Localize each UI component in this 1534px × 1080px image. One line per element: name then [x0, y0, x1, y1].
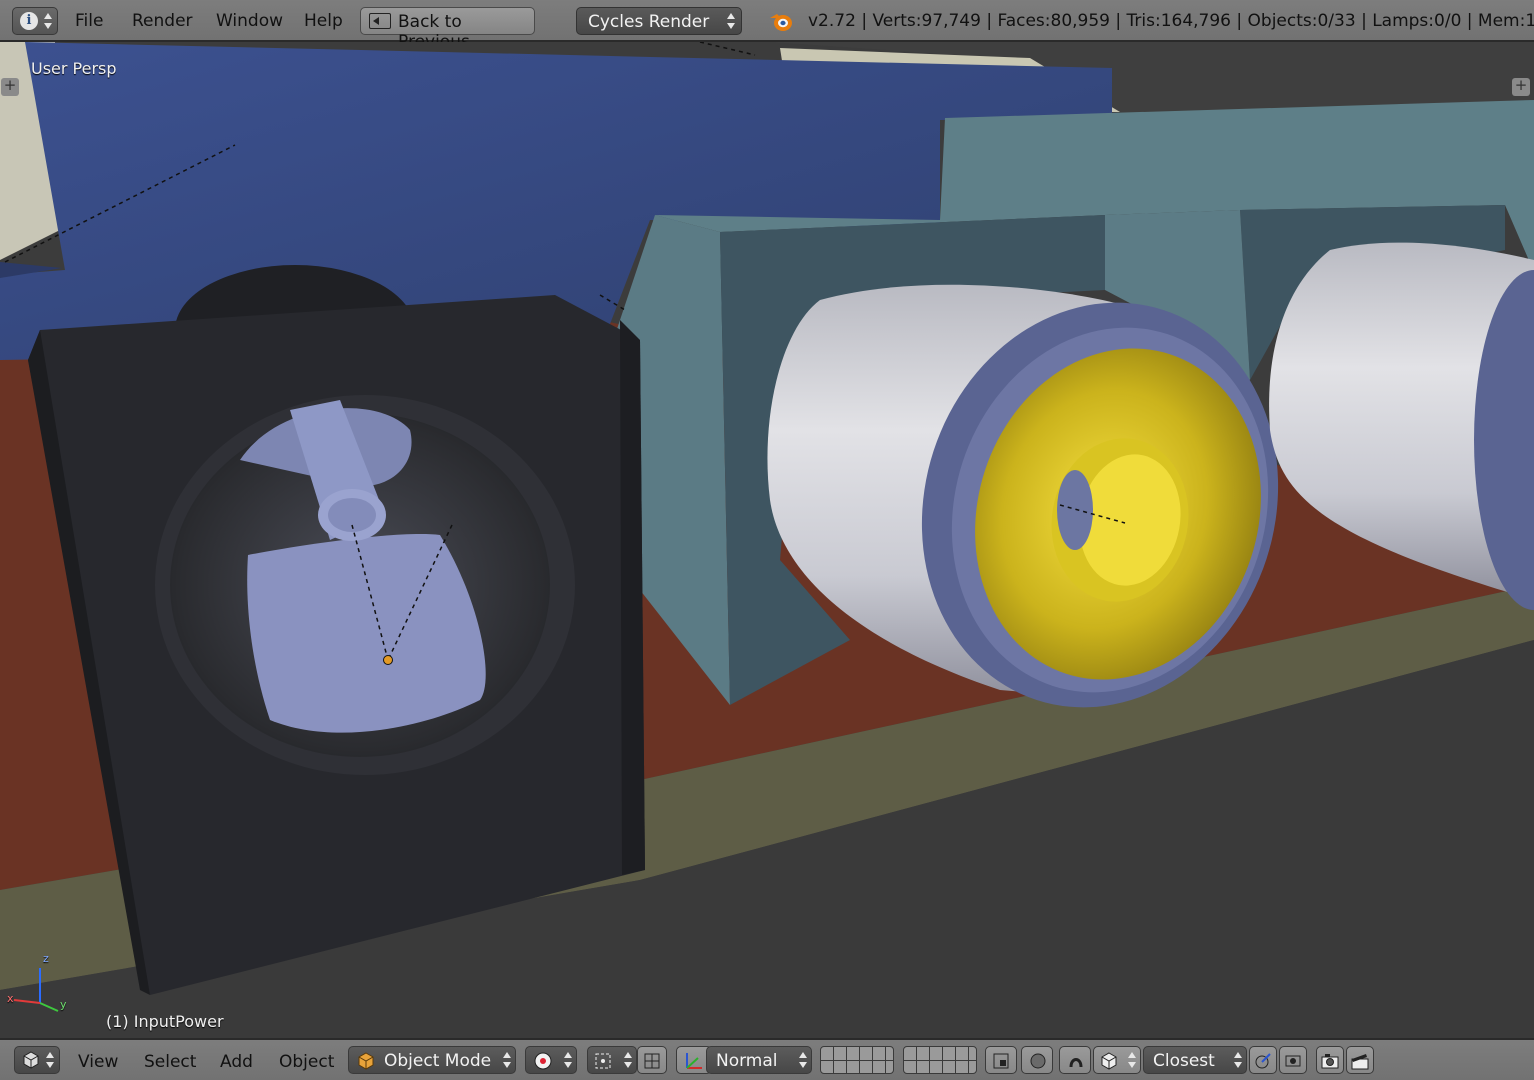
scene-render: [0, 42, 1534, 1038]
active-object-label: (1) InputPower: [106, 1012, 224, 1031]
menu-add[interactable]: Add: [220, 1052, 253, 1072]
back-to-previous-button[interactable]: Back to Previous: [360, 7, 535, 52]
menu-view[interactable]: View: [78, 1052, 118, 1072]
pivot-icon: [595, 1053, 611, 1069]
editor-type-selector[interactable]: [14, 1046, 60, 1074]
chevron-updown-icon: [46, 1052, 54, 1068]
3d-viewport[interactable]: User Persp z y x (1) InputPower: [0, 42, 1534, 1038]
view3d-icon: [23, 1051, 39, 1069]
render-animation-button[interactable]: [1346, 1046, 1374, 1074]
cube-icon: [358, 1052, 374, 1070]
menu-window[interactable]: Window: [216, 11, 283, 31]
snap-target-select[interactable]: Closest: [1143, 1046, 1247, 1074]
blender-logo-icon: [770, 14, 792, 31]
viewport-header: View Select Add Object Object Mode Norma…: [0, 1038, 1534, 1080]
cube-icon: [1101, 1052, 1117, 1070]
view-name-label: User Persp: [31, 59, 117, 78]
axis-y-label: y: [60, 998, 67, 1011]
snap-align-rotation-toggle[interactable]: [1249, 1046, 1277, 1074]
proportional-edit-toggle[interactable]: [1021, 1046, 1053, 1074]
chevron-updown-icon: [727, 13, 735, 29]
properties-toggle-icon[interactable]: [1512, 76, 1530, 96]
render-engine-select[interactable]: Cycles Render: [576, 7, 742, 35]
clapperboard-icon: [1351, 1054, 1369, 1070]
render-opengl-button[interactable]: [1316, 1046, 1344, 1074]
align-icon: [644, 1053, 660, 1069]
transform-orientation-select[interactable]: Normal: [706, 1046, 812, 1074]
snap-toggle[interactable]: [1059, 1046, 1091, 1074]
scene-layers-grid-2[interactable]: [903, 1046, 977, 1074]
top-header: i File Render Window Help Back to Previo…: [0, 0, 1534, 52]
mode-select[interactable]: Object Mode: [348, 1046, 516, 1074]
chevron-updown-icon: [503, 1052, 511, 1068]
lock-icon: [993, 1053, 1009, 1069]
manipulator-icon: [686, 1053, 702, 1069]
proportional-icon: [1030, 1053, 1046, 1069]
pivot-point-select[interactable]: [587, 1046, 637, 1074]
project-icon: [1285, 1055, 1301, 1067]
info-icon: i: [20, 12, 38, 30]
mode-label: Object Mode: [384, 1051, 492, 1071]
chevron-updown-icon: [44, 13, 52, 29]
menu-object[interactable]: Object: [279, 1052, 334, 1072]
pivot-align-toggle[interactable]: [637, 1046, 667, 1074]
chevron-updown-icon: [1128, 1052, 1136, 1068]
toolshelf-toggle-icon[interactable]: [1, 76, 19, 96]
chevron-updown-icon: [564, 1052, 572, 1068]
menu-render[interactable]: Render: [132, 11, 193, 31]
axis-z-label: z: [43, 952, 49, 965]
snap-icon: [1069, 1058, 1083, 1068]
lock-layers-toggle[interactable]: [985, 1046, 1017, 1074]
chevron-updown-icon: [799, 1052, 807, 1068]
menu-select[interactable]: Select: [144, 1052, 196, 1072]
chevron-updown-icon: [1234, 1052, 1242, 1068]
editor-type-selector[interactable]: i: [12, 7, 58, 35]
axis-x-label: x: [7, 992, 14, 1005]
back-icon: [369, 13, 391, 29]
scene-stats: v2.72 | Verts:97,749 | Faces:80,959 | Tr…: [808, 11, 1534, 31]
shading-icon: [534, 1052, 552, 1070]
render-engine-label: Cycles Render: [588, 12, 710, 32]
snap-target-label: Closest: [1153, 1051, 1215, 1071]
menu-help[interactable]: Help: [304, 11, 343, 31]
snap-element-select[interactable]: [1093, 1046, 1141, 1074]
snap-project-toggle[interactable]: [1279, 1046, 1307, 1074]
chevron-updown-icon: [624, 1052, 632, 1068]
viewport-shading-select[interactable]: [525, 1046, 577, 1074]
render-icon: [1321, 1054, 1339, 1069]
orientation-label: Normal: [716, 1051, 778, 1071]
scene-layers-grid[interactable]: [820, 1046, 894, 1074]
align-rotation-icon: [1255, 1053, 1271, 1069]
menu-file[interactable]: File: [75, 11, 103, 31]
